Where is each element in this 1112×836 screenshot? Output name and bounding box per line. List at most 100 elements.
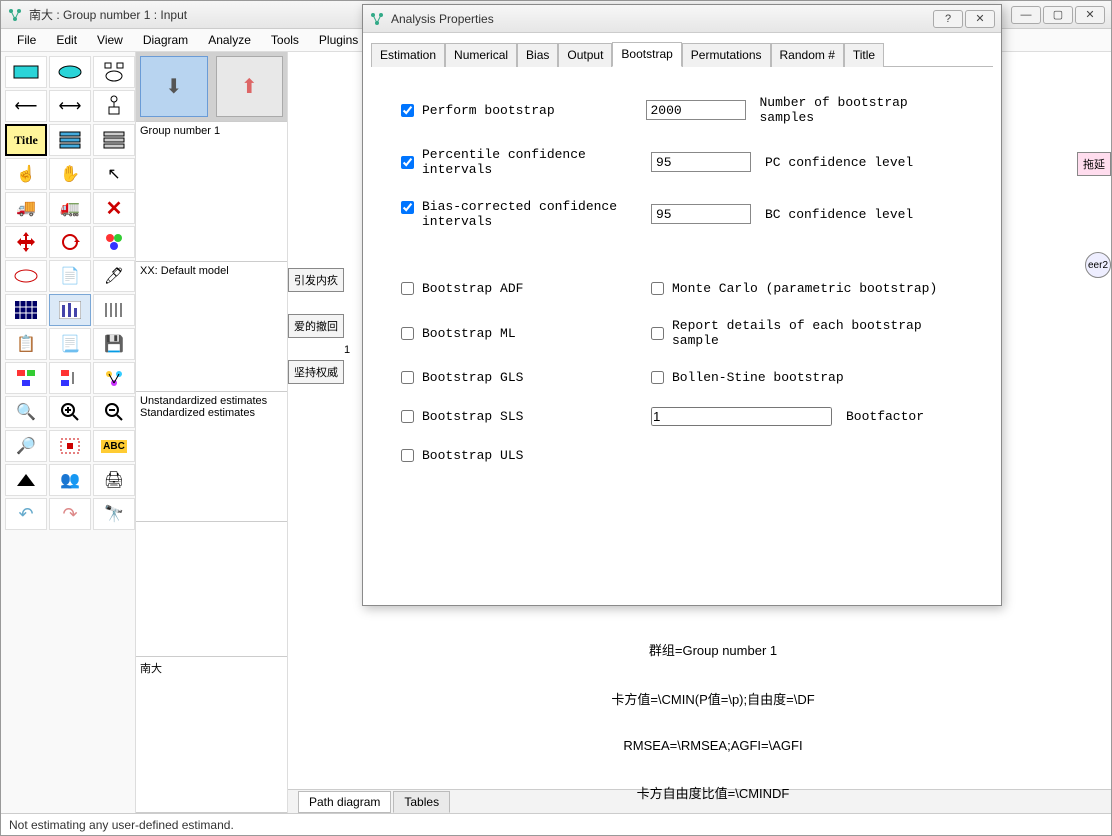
- tool-print[interactable]: 🖨: [93, 464, 135, 496]
- tool-save[interactable]: 💾: [93, 328, 135, 360]
- tab-tables[interactable]: Tables: [393, 791, 450, 813]
- tab-bias[interactable]: Bias: [517, 43, 558, 67]
- tool-zoom1[interactable]: 🔍: [5, 396, 47, 428]
- menu-plugins[interactable]: Plugins: [309, 31, 368, 49]
- tab-numerical[interactable]: Numerical: [445, 43, 517, 67]
- tool-cursor[interactable]: ↖: [93, 158, 135, 190]
- thumb-output[interactable]: ⬆: [216, 56, 284, 117]
- menu-tools[interactable]: Tools: [261, 31, 309, 49]
- tool-page[interactable]: 📄: [49, 260, 91, 292]
- bc-level-input[interactable]: [651, 204, 751, 224]
- models-panel[interactable]: XX: Default model: [136, 262, 287, 392]
- tool-bars[interactable]: [49, 294, 91, 326]
- tool-s2[interactable]: [49, 430, 91, 462]
- node-eer2[interactable]: eer2: [1085, 252, 1111, 278]
- tool-find[interactable]: 🔭: [93, 498, 135, 530]
- group-item[interactable]: Group number 1: [140, 125, 283, 137]
- report-details-label: Report details of each bootstrap sample: [672, 318, 963, 348]
- boot-gls-checkbox[interactable]: [401, 371, 414, 384]
- bollen-stine-checkbox[interactable]: [651, 371, 664, 384]
- tool-grid[interactable]: [5, 294, 47, 326]
- tool-latent[interactable]: [93, 56, 135, 88]
- tool-grab[interactable]: ✋: [49, 158, 91, 190]
- report-details-checkbox[interactable]: [651, 327, 664, 340]
- tool-t2[interactable]: [49, 362, 91, 394]
- boot-sls-checkbox[interactable]: [401, 410, 414, 423]
- tool-redo[interactable]: ↷: [49, 498, 91, 530]
- node-guilt[interactable]: 引发内疚: [288, 268, 344, 292]
- groups-panel[interactable]: Group number 1: [136, 122, 287, 262]
- menu-view[interactable]: View: [87, 31, 133, 49]
- bootfactor-input[interactable]: [651, 407, 832, 426]
- tab-path-diagram[interactable]: Path diagram: [298, 791, 391, 813]
- boot-ml-checkbox[interactable]: [401, 327, 414, 340]
- tool-delete[interactable]: ✕: [93, 192, 135, 224]
- tab-output[interactable]: Output: [558, 43, 612, 67]
- dialog-close-button[interactable]: ✕: [965, 10, 995, 28]
- tool-hand[interactable]: ☝: [5, 158, 47, 190]
- dialog-help-button[interactable]: ?: [933, 10, 963, 28]
- tool-arrow-double[interactable]: ⟷: [49, 90, 91, 122]
- tool-t3[interactable]: [93, 362, 135, 394]
- bias-corr-checkbox[interactable]: [401, 201, 414, 214]
- tool-stack2[interactable]: [93, 124, 135, 156]
- node-love-withdraw[interactable]: 爱的撤回: [288, 314, 344, 338]
- boot-uls-checkbox[interactable]: [401, 449, 414, 462]
- tab-random[interactable]: Random #: [771, 43, 844, 67]
- model-item[interactable]: XX: Default model: [140, 265, 283, 277]
- tab-bootstrap[interactable]: Bootstrap: [612, 42, 681, 67]
- thumb-input[interactable]: ⬇: [140, 56, 208, 117]
- minimize-button[interactable]: —: [1011, 6, 1041, 24]
- tool-undo[interactable]: ↶: [5, 498, 47, 530]
- tool-truck2[interactable]: 🚛: [49, 192, 91, 224]
- tool-tri[interactable]: [5, 464, 47, 496]
- tool-title[interactable]: Title: [5, 124, 47, 156]
- estimates-panel[interactable]: Unstandardized estimates Standardized es…: [136, 392, 287, 522]
- tool-indicator[interactable]: [93, 90, 135, 122]
- tab-permutations[interactable]: Permutations: [682, 43, 771, 67]
- boot-ml-label: Bootstrap ML: [422, 326, 516, 341]
- percentile-ci-checkbox[interactable]: [401, 156, 414, 169]
- tab-title[interactable]: Title: [844, 43, 884, 67]
- menu-file[interactable]: File: [7, 31, 46, 49]
- tool-t1[interactable]: [5, 362, 47, 394]
- node-authority[interactable]: 坚持权威: [288, 360, 344, 384]
- tool-arrow-left[interactable]: ⟵: [5, 90, 47, 122]
- node-proc[interactable]: 拖延: [1077, 152, 1111, 176]
- boot-adf-checkbox[interactable]: [401, 282, 414, 295]
- tool-oval[interactable]: [5, 260, 47, 292]
- menu-diagram[interactable]: Diagram: [133, 31, 198, 49]
- close-button[interactable]: ✕: [1075, 6, 1105, 24]
- misc2-panel[interactable]: 南大: [136, 657, 287, 813]
- tool-people[interactable]: 👥: [49, 464, 91, 496]
- estimate-std[interactable]: Standardized estimates: [140, 407, 283, 419]
- misc2-item[interactable]: 南大: [140, 660, 283, 676]
- tool-rect[interactable]: [5, 56, 47, 88]
- perform-bootstrap-checkbox[interactable]: [401, 104, 414, 117]
- num-samples-input[interactable]: [646, 100, 746, 120]
- tool-zoomin[interactable]: [49, 396, 91, 428]
- tool-sheet[interactable]: 📃: [49, 328, 91, 360]
- left-panels: ⬇ ⬆ Group number 1 XX: Default model Uns…: [136, 52, 288, 813]
- estimate-unstd[interactable]: Unstandardized estimates: [140, 395, 283, 407]
- tab-estimation[interactable]: Estimation: [371, 43, 445, 67]
- tool-s3[interactable]: ABC: [93, 430, 135, 462]
- menu-analyze[interactable]: Analyze: [198, 31, 261, 49]
- maximize-button[interactable]: ▢: [1043, 6, 1073, 24]
- tool-truck1[interactable]: 🚚: [5, 192, 47, 224]
- tool-s1[interactable]: 🔎: [5, 430, 47, 462]
- num-samples-label: Number of bootstrap samples: [760, 95, 964, 125]
- tool-zoomout[interactable]: [93, 396, 135, 428]
- menu-edit[interactable]: Edit: [46, 31, 87, 49]
- tool-clipboard[interactable]: 📋: [5, 328, 47, 360]
- misc1-panel[interactable]: [136, 522, 287, 657]
- pc-level-input[interactable]: [651, 152, 751, 172]
- tool-colors[interactable]: [93, 226, 135, 258]
- tool-stack1[interactable]: [49, 124, 91, 156]
- tool-rotate[interactable]: [49, 226, 91, 258]
- tool-pen[interactable]: 🖊: [93, 260, 135, 292]
- monte-carlo-checkbox[interactable]: [651, 282, 664, 295]
- tool-ellipse[interactable]: [49, 56, 91, 88]
- tool-move[interactable]: [5, 226, 47, 258]
- tool-lines[interactable]: [93, 294, 135, 326]
